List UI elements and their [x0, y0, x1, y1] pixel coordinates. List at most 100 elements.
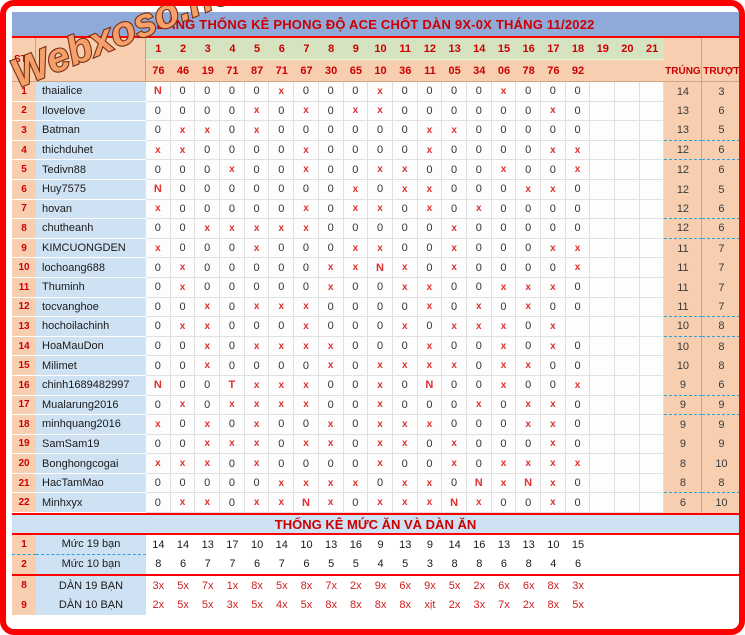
stats-row-index: 8 [12, 576, 36, 596]
cell-day-19 [590, 219, 616, 239]
table-row[interactable]: 17 Mualarung2016 0 x 0 x x x x 0 0 x 0 0 0 x 0 x x 0 9 9 [12, 395, 739, 416]
table-row[interactable]: 22 Minhxyx 0 x x 0 x x Nx 0 x x x Nx 0 0 x 0 6 10 [12, 493, 739, 514]
table-row[interactable]: 11 Thuminh 0 x 0 0 0 0 0 x 0 0 x x 0 0 x x x 0 11 7 [12, 277, 739, 298]
header-day-10: 10 [374, 42, 387, 55]
row-player-name[interactable]: Milimet [36, 356, 146, 376]
cell-day-12: N [417, 375, 443, 396]
cell-day-7: x [294, 140, 319, 161]
table-row[interactable]: 12 tocvanghoe 0 0 x 0 x x x 0 0 0 0 x 0 x 0 x 0 0 11 7 [12, 297, 739, 318]
row-player-name[interactable]: SamSam19 [36, 434, 146, 455]
row-player-name[interactable]: hochoilachinh [36, 317, 146, 337]
stats-row[interactable]: 1 Mức 19 bạn 14 14 13 17 10 14 10 13 16 9 13 9 14 16 13 1… [12, 535, 739, 555]
row-player-name[interactable]: Batman [36, 121, 146, 141]
cell-day-2: x [170, 454, 196, 474]
stats-row[interactable]: 2 Mức 10 bạn 8 6 7 7 6 7 6 5 5 4 5 3 8 8 6 8 4 6 [12, 554, 739, 575]
row-player-name[interactable]: KIMCUONGDEN [36, 238, 146, 259]
cell-day-17: x [541, 454, 566, 474]
row-player-name[interactable]: tocvanghoe [36, 297, 146, 318]
table-row[interactable]: 21 HacTamMao 0 0 0 0 0 x x x x 0 x x 0 Nx Nx 0 8 8 [12, 473, 739, 494]
row-player-name[interactable]: HoaMauDon [36, 336, 146, 357]
row-player-name[interactable]: Mualarung2016 [36, 395, 146, 416]
cell-day-12: x [417, 473, 443, 494]
row-player-name[interactable]: HacTamMao [36, 473, 146, 494]
cell-day-10: 0 [368, 473, 393, 494]
stats-value-12: 9 [417, 535, 443, 555]
stats-value-6: 14 [269, 535, 295, 555]
row-truot-count: 6 [702, 160, 739, 180]
cell-day-21 [639, 101, 665, 122]
table-row[interactable]: 19 SamSam19 0 0 x x x 0 x x 0 x x 0 x 0 0 0 x 0 9 9 [12, 434, 739, 455]
stats-value-11: 8x [392, 595, 418, 616]
header-day-1: 1 [155, 42, 162, 55]
row-player-name[interactable]: Tedivn88 [36, 160, 146, 180]
table-row[interactable]: 15 Milimet 0 0 x 0 0 0 0 x 0 x x x x 0 x x 0 0 10 8 [12, 356, 739, 376]
stats-row[interactable]: 9 DÀN 10 BẠN 2x 5x 5x 3x 5x 4x 5x 8x 8x 8x 8x xịt 2x 3x… [12, 595, 739, 616]
row-player-name[interactable]: Huy7575 [36, 179, 146, 200]
table-row[interactable]: 14 HoaMauDon 0 0 x 0 x x x x 0 0 0 x 0 0 x 0 x 0 10 8 [12, 336, 739, 357]
cell-day-9: 0 [343, 277, 369, 298]
cell-day-4: 0 [220, 121, 245, 141]
cell-day-18: x [565, 258, 591, 278]
cell-day-13: 0 [442, 199, 467, 220]
table-row[interactable]: 10 lochoang688 0 x 0 0 0 0 0 x x Nx 0 x 0 0 0 0 x 11 7 [12, 258, 739, 278]
cell-day-7: x [294, 160, 319, 180]
stats-value-4: 7 [220, 554, 245, 575]
cell-day-16: x [516, 395, 541, 416]
table-row[interactable]: 7 hovan x 0 0 0 0 0 x 0 x x 0 x 0 x 0 0 0 0 12 6 [12, 199, 739, 220]
cell-day-9: 0 [343, 395, 369, 416]
row-player-name[interactable]: chutheanh [36, 219, 146, 239]
cell-day-13: 0 [442, 415, 467, 435]
cell-day-11: x [392, 493, 418, 514]
cell-day-3: 0 [195, 238, 221, 259]
row-trung-count: 13 [664, 121, 703, 141]
cell-day-20 [615, 317, 640, 337]
row-player-name[interactable]: Minhxyx [36, 493, 146, 514]
row-player-name[interactable]: chinh1689482997 [36, 375, 146, 396]
table-row[interactable]: 8 chutheanh 0 0 x x x x x 0 0 0 0 0 x 0 0 0 0 0 12 6 [12, 219, 739, 239]
cell-day-13: x [442, 434, 467, 455]
table-row[interactable]: 18 minhquang2016 x 0 x 0 x 0 0 x 0 x x x 0 0 0 x x 0 9 9 [12, 415, 739, 435]
stats-row[interactable]: 8 DÀN 19 BẠN 3x 5x 7x 1x 8x 5x 8x 7x 2x 9x 6x 9x 5x 2x 6… [12, 576, 739, 596]
cell-day-11: 0 [392, 238, 418, 259]
cell-day-5: x [244, 434, 270, 455]
cell-day-2: 0 [170, 473, 196, 494]
row-trung-count: 10 [664, 317, 703, 337]
row-trung-count: 9 [664, 375, 703, 396]
cell-day-18: 0 [565, 415, 591, 435]
cell-day-4: 0 [220, 454, 245, 474]
table-row[interactable]: 1 thaialice N 0 0 0 0 x 0 0 0 x 0 0 0 0 x 0 0 0 14 3 [12, 82, 739, 102]
table-row[interactable]: 6 Huy7575 N 0 0 0 0 0 0 0 x 0 x x 0 0 0 x x 0 12 5 [12, 179, 739, 200]
row-player-name[interactable]: lochoang688 [36, 258, 146, 278]
cell-day-21 [639, 473, 665, 494]
table-row[interactable]: 4 thichduhet x x 0 0 0 0 x 0 0 0 0 x 0 0 0 0 x x 12 6 [12, 140, 739, 161]
cell-day-4: x [220, 395, 245, 416]
row-truot-count: 5 [702, 179, 739, 200]
cell-day-9: 0 [343, 140, 369, 161]
stats-value-19 [590, 554, 616, 575]
cell-day-16: 0 [516, 219, 541, 239]
table-row[interactable]: 16 chinh1689482997 N 0 0 Tx x x 0 0 x 0 N 0 0 x 0 0 x 9 6 [12, 375, 739, 396]
cell-day-11: 0 [392, 395, 418, 416]
row-player-name[interactable]: hovan [36, 199, 146, 220]
row-player-name[interactable]: thaialice [36, 82, 146, 102]
row-player-name[interactable]: minhquang2016 [36, 415, 146, 435]
cell-day-19 [590, 356, 616, 376]
cell-day-5: x [244, 454, 270, 474]
cell-day-1: 0 [146, 121, 171, 141]
row-truot-count: 6 [702, 199, 739, 220]
table-row[interactable]: 5 Tedivn88 0 0 0 x 0 0 x 0 0 x x 0 0 0 x 0 0 x 12 6 [12, 160, 739, 180]
cell-day-1: 0 [146, 493, 171, 514]
row-player-name[interactable]: Bonghongcogai [36, 454, 146, 474]
table-row[interactable]: 20 Bonghongcogai x x x 0 x 0 0 0 0 x 0 0 x 0 x x x x 8 10 [12, 454, 739, 474]
cell-day-14: x [466, 493, 492, 514]
cell-day-10: 0 [368, 336, 393, 357]
table-row[interactable]: 9 KIMCUONGDEN x 0 0 0 x 0 0 0 x x 0 0 x 0 0 0 x x 11 7 [12, 238, 739, 259]
table-body: 1 thaialice N 0 0 0 0 x 0 0 0 x 0 0 0 0 x 0 0 0 14 3 2 Ilovelov… [12, 82, 739, 514]
table-row[interactable]: 3 Batman 0 x x 0 x 0 0 0 0 0 0 x x 0 0 0 0 0 13 5 [12, 121, 739, 141]
row-player-name[interactable]: thichduhet [36, 140, 146, 161]
table-row[interactable]: 13 hochoilachinh 0 x x 0 0 0 x 0 0 0 x 0 x x x 0 x 10 8 [12, 317, 739, 337]
table-row[interactable]: 2 Ilovelove 0 0 0 0 x 0 x 0 x x 0 0 0 0 0 0 x 0 13 6 [12, 101, 739, 122]
cell-day-14: 0 [466, 375, 492, 396]
row-player-name[interactable]: Ilovelove [36, 101, 146, 122]
row-player-name[interactable]: Thuminh [36, 277, 146, 298]
